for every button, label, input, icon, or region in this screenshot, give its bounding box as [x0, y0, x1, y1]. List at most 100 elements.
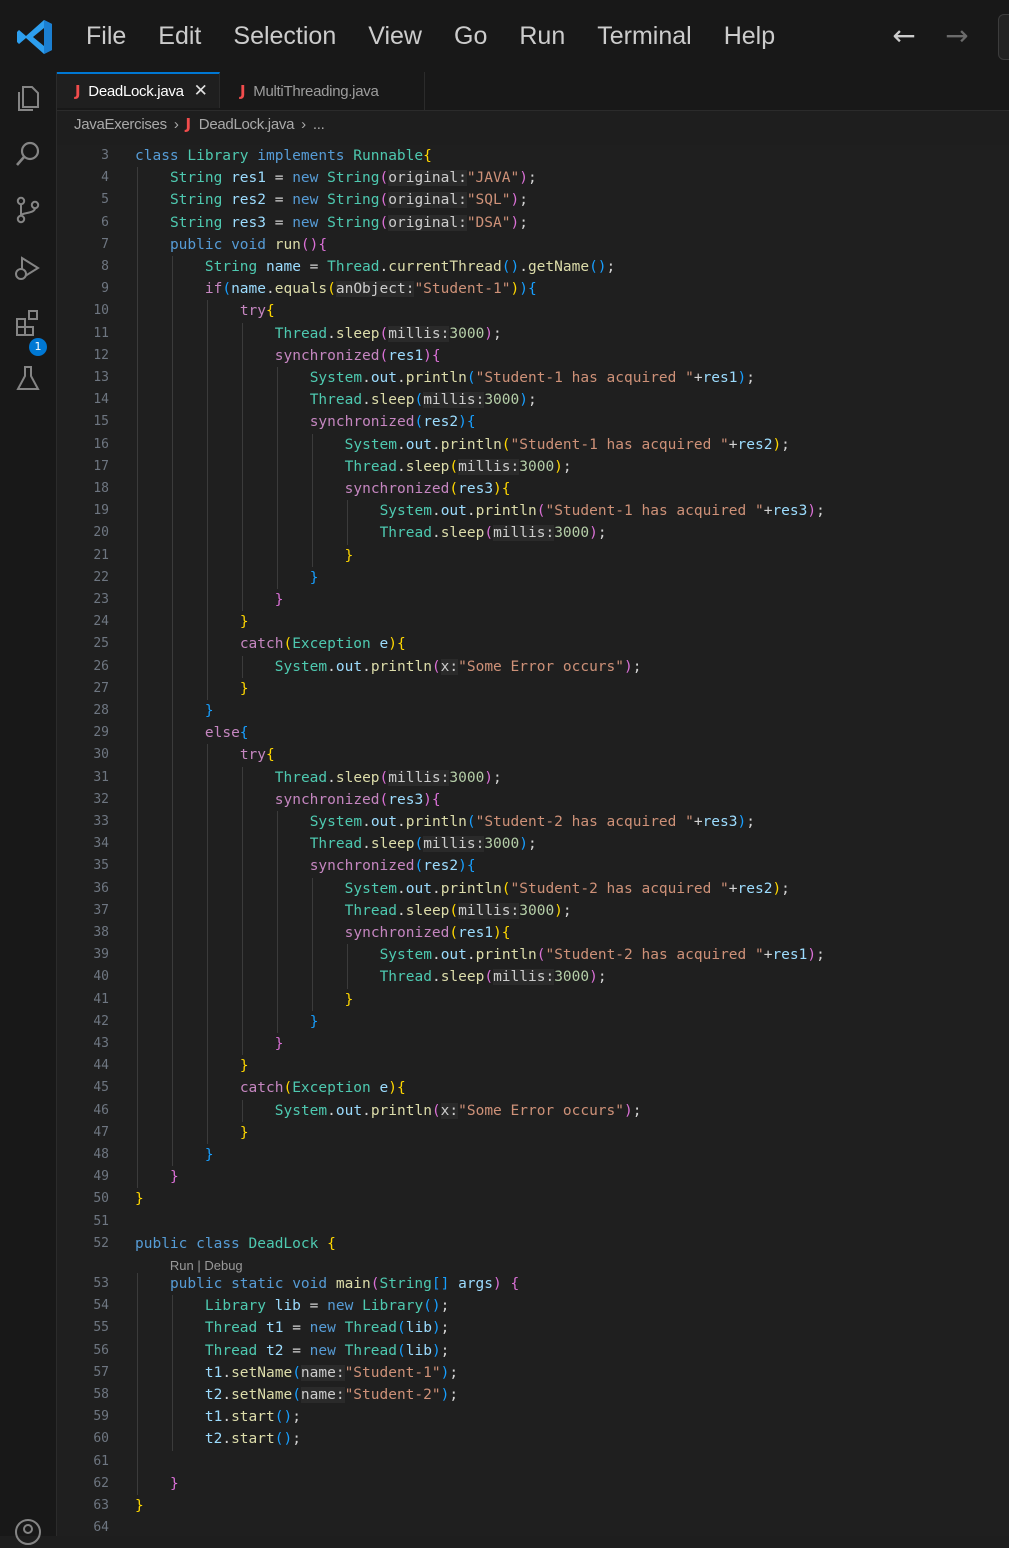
- code-line: class Library implements Runnable{: [135, 148, 432, 164]
- files-icon[interactable]: [12, 82, 44, 114]
- code-line: String res3 = new String(original:"DSA")…: [169, 214, 528, 231]
- line-number: 3: [101, 148, 109, 163]
- line-number: 34: [93, 836, 109, 852]
- menu-selection[interactable]: Selection: [217, 22, 352, 51]
- indent-guide: [171, 1295, 173, 1451]
- line-number: 37: [93, 902, 109, 918]
- flask-icon[interactable]: [12, 362, 44, 394]
- indent-guide: [241, 1099, 243, 1122]
- line-number: 50: [93, 1191, 109, 1207]
- line-number: 5: [101, 192, 109, 208]
- menu-view[interactable]: View: [352, 22, 438, 51]
- line-number: 22: [93, 569, 109, 585]
- code-line: else{: [204, 725, 249, 742]
- java-file-icon: J: [75, 82, 81, 100]
- forward-arrow-icon[interactable]: →: [941, 20, 973, 52]
- breadcrumb-folder[interactable]: JavaExercises: [74, 116, 167, 133]
- breadcrumb: JavaExercises › J DeadLock.java › ...: [57, 111, 1009, 137]
- indent-guide: [206, 300, 208, 700]
- line-number: 47: [93, 1124, 109, 1140]
- line-number: 19: [93, 503, 109, 519]
- line-number: 58: [93, 1387, 109, 1402]
- source-control-icon[interactable]: [12, 194, 44, 226]
- line-number: 45: [93, 1080, 109, 1096]
- tab-label: DeadLock.java: [88, 82, 184, 100]
- close-icon[interactable]: ✕: [194, 81, 208, 101]
- line-number: 42: [93, 1013, 109, 1029]
- line-number: 56: [93, 1342, 109, 1358]
- code-line: Library lib = new Library();: [204, 1298, 450, 1315]
- line-number: 9: [101, 281, 109, 297]
- tab-deadlock-java[interactable]: J DeadLock.java ✕: [57, 72, 220, 108]
- code-line: t2.start();: [204, 1431, 301, 1448]
- code-line: }: [344, 547, 354, 564]
- code-line: }: [169, 1169, 179, 1186]
- line-number: 13: [93, 370, 109, 385]
- back-arrow-icon[interactable]: ←: [888, 20, 920, 52]
- menu-file[interactable]: File: [70, 22, 142, 51]
- code-line: synchronized(res2){: [309, 858, 476, 875]
- line-number: 20: [93, 525, 109, 541]
- code-line: synchronized(res3){: [344, 481, 511, 497]
- line-number: 15: [93, 414, 109, 430]
- line-number: 10: [93, 303, 109, 319]
- code-line: Thread.sleep(millis:3000);: [274, 769, 502, 786]
- menu-help[interactable]: Help: [708, 22, 791, 51]
- chevron-right-icon: ›: [301, 115, 306, 133]
- line-number: 14: [93, 392, 109, 408]
- breadcrumb-more[interactable]: ...: [313, 116, 325, 133]
- line-number: 17: [93, 458, 109, 474]
- code-line: Thread t1 = new Thread(lib);: [204, 1320, 450, 1337]
- menu-run[interactable]: Run: [503, 22, 581, 51]
- code-line: Thread t2 = new Thread(lib);: [204, 1342, 450, 1359]
- line-number: 6: [101, 214, 109, 230]
- menu-terminal[interactable]: Terminal: [581, 22, 707, 51]
- line-number: 59: [93, 1409, 109, 1425]
- indent-guide: [241, 766, 243, 1056]
- code-line: String name = Thread.currentThread().get…: [204, 259, 616, 275]
- line-number: 26: [93, 658, 109, 674]
- command-center-search[interactable]: [998, 14, 1009, 60]
- indent-guide: [346, 500, 348, 545]
- code-editor[interactable]: 3 4 5 6 7 8 9 10 11 12 13 14 15 16 17 18 19 20 21 22 23 24 25 2…: [57, 145, 1009, 1536]
- search-icon[interactable]: [12, 138, 44, 170]
- line-number: 43: [93, 1036, 109, 1051]
- code-line: }: [135, 1191, 144, 1208]
- line-number: 30: [93, 747, 109, 763]
- line-number: 25: [93, 636, 109, 652]
- line-number: 32: [93, 791, 109, 807]
- java-file-icon: J: [240, 82, 246, 100]
- code-line: t1.start();: [204, 1409, 301, 1426]
- tab-multithreading-java[interactable]: J MultiThreading.java: [220, 72, 425, 110]
- account-icon[interactable]: [12, 1516, 44, 1548]
- extensions-icon[interactable]: [12, 306, 44, 338]
- menu-edit[interactable]: Edit: [142, 22, 217, 51]
- line-number: 16: [93, 436, 109, 452]
- line-number: 21: [93, 547, 109, 563]
- debug-badge: 1: [29, 338, 47, 356]
- indent-guide: [241, 655, 243, 678]
- menu-go[interactable]: Go: [438, 22, 503, 51]
- line-number: 57: [93, 1364, 109, 1380]
- run-debug-icon[interactable]: [12, 252, 44, 284]
- line-number: 55: [93, 1320, 109, 1336]
- breadcrumb-file[interactable]: DeadLock.java: [199, 116, 295, 133]
- line-number: 60: [93, 1431, 109, 1447]
- code-line: System.out.println("Student-2 has acquir…: [344, 880, 790, 897]
- line-number: 12: [93, 347, 109, 363]
- line-number: 52: [93, 1235, 109, 1251]
- code-line: catch(Exception e){: [239, 1080, 406, 1097]
- code-line: Thread.sleep(millis:3000);: [344, 458, 572, 475]
- code-line: Thread.sleep(millis:3000);: [309, 836, 537, 853]
- indent-guide: [346, 944, 348, 989]
- code-line: try{: [239, 303, 275, 320]
- vscode-logo-icon[interactable]: [14, 16, 56, 58]
- code-line: System.out.println(x:"Some Error occurs"…: [274, 1102, 642, 1119]
- code-line: }: [239, 614, 249, 631]
- code-line: }: [274, 592, 284, 608]
- line-number: 4: [101, 170, 109, 186]
- code-line: }: [309, 1013, 319, 1030]
- code-line: }: [204, 1147, 214, 1163]
- code-line: System.out.println("Student-2 has acquir…: [379, 947, 825, 964]
- editor-tab-bar: J DeadLock.java ✕ J MultiThreading.java: [57, 72, 1009, 111]
